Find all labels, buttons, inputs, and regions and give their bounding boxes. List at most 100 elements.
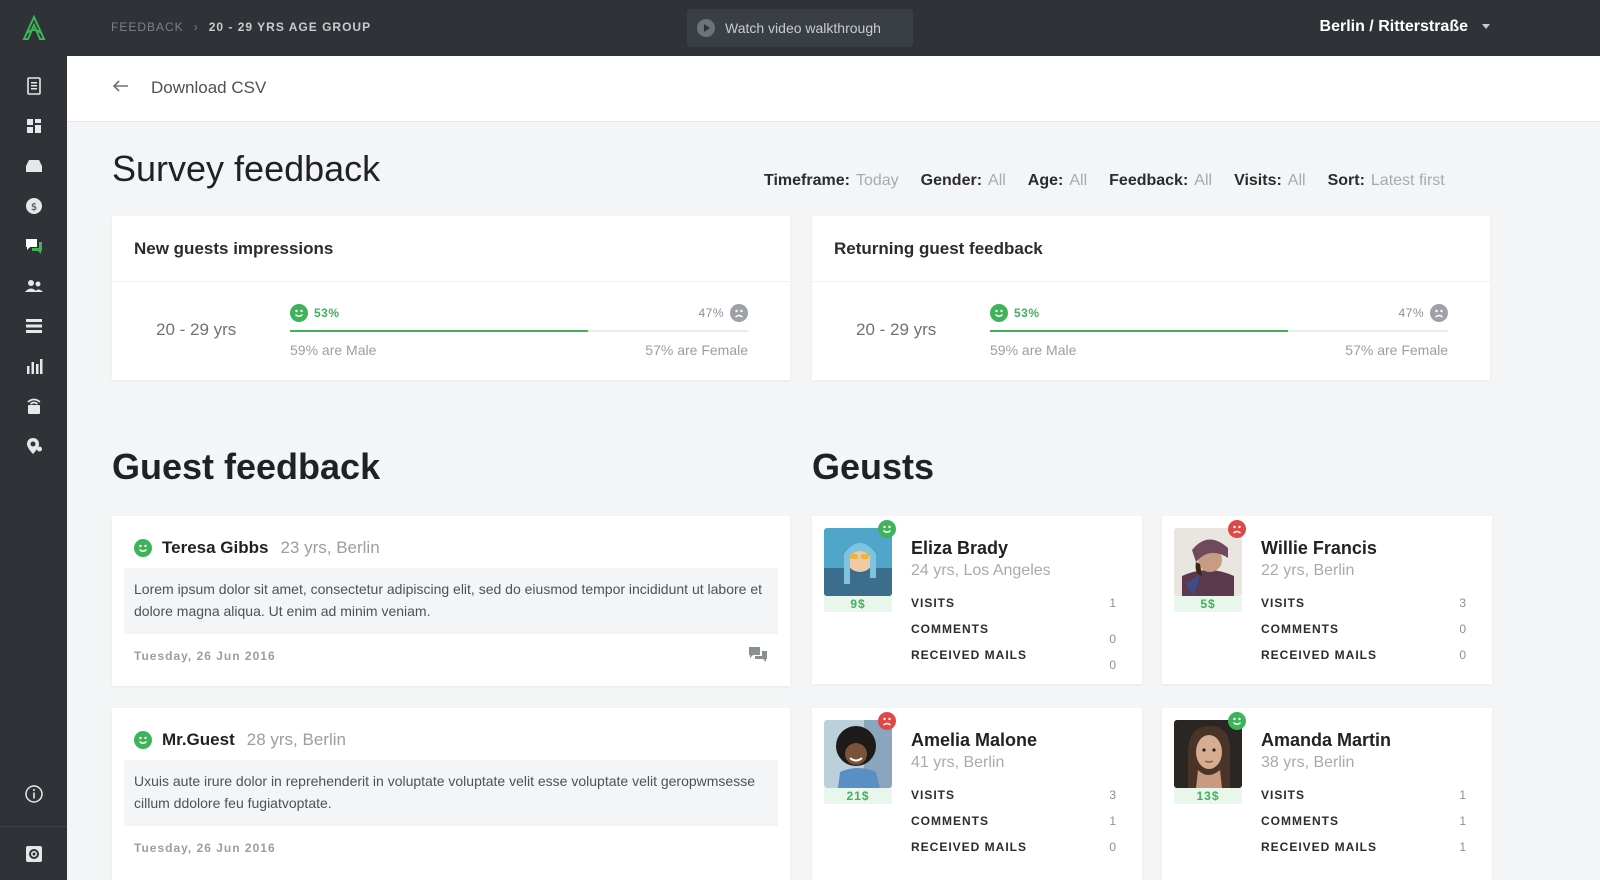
- guests-icon: [24, 280, 43, 292]
- stat-label-mails: RECEIVED MAILS: [1261, 840, 1378, 854]
- filter-visits[interactable]: Visits: All: [1234, 172, 1306, 190]
- sidebar-item-guests[interactable]: [0, 266, 67, 306]
- spend-badge: 9$: [824, 596, 892, 612]
- sidebar-item-inbox[interactable]: [0, 146, 67, 186]
- positive-percentage: 53%: [290, 304, 340, 322]
- guest-meta: 23 yrs, Berlin: [280, 538, 380, 557]
- negative-percentage: 47%: [1398, 304, 1448, 322]
- sidebar-item-wifi[interactable]: [0, 386, 67, 426]
- sidebar-item-location[interactable]: [0, 426, 67, 466]
- guest-meta: 38 yrs, Berlin: [1261, 754, 1355, 771]
- arrow-left-icon: [112, 80, 128, 92]
- breadcrumb: FEEDBACK › 20 - 29 YRS AGE GROUP: [111, 20, 371, 34]
- feedback-card[interactable]: Teresa Gibbs 23 yrs, Berlin Lorem ipsum …: [112, 516, 790, 686]
- spend-badge: 13$: [1174, 788, 1242, 804]
- stat-value-comments: 1: [1459, 814, 1466, 828]
- stat-value-comments: 0: [1109, 632, 1116, 646]
- stat-value-mails: 0: [1109, 840, 1116, 854]
- download-csv-link[interactable]: Download CSV: [151, 78, 266, 98]
- guest-name[interactable]: Teresa Gibbs: [162, 538, 268, 558]
- sidebar-item-dashboard[interactable]: [0, 106, 67, 146]
- smile-icon: [134, 539, 152, 557]
- filter-value: All: [1287, 172, 1306, 189]
- spend-badge: 5$: [1174, 596, 1242, 612]
- guest-card[interactable]: 13$ Amanda Martin 38 yrs, Berlin VISITS …: [1162, 708, 1492, 880]
- guest-name[interactable]: Amanda Martin: [1261, 730, 1391, 751]
- sidebar-item-list[interactable]: [0, 306, 67, 346]
- page-title: Survey feedback: [112, 148, 381, 189]
- gear-icon: [25, 845, 42, 862]
- stat-label-visits: VISITS: [1261, 788, 1306, 802]
- chat-icon: [749, 647, 767, 662]
- sidebar-item-reports[interactable]: [0, 66, 67, 106]
- filter-label: Gender:: [920, 172, 983, 189]
- negative-pct-value: 47%: [1398, 306, 1424, 320]
- guest-meta: 41 yrs, Berlin: [911, 754, 1005, 771]
- sidebar-item-revenue[interactable]: $: [0, 186, 67, 226]
- toolbar: Download CSV: [67, 56, 1600, 122]
- age-range: 20 - 29 yrs: [156, 320, 237, 339]
- progress-track: [990, 330, 1448, 332]
- revenue-icon: $: [25, 198, 42, 214]
- progress-fill: [990, 330, 1288, 332]
- feedback-card[interactable]: Mr.Guest 28 yrs, Berlin Uxuis aute irure…: [112, 708, 790, 880]
- guest-card[interactable]: 9$ Eliza Brady 24 yrs, Los Angeles VISIT…: [812, 516, 1142, 684]
- guest-feedback-title: Guest feedback: [112, 446, 381, 487]
- stats-icon: [26, 359, 42, 374]
- male-percentage: 59% are Male: [290, 342, 377, 358]
- sidebar: $: [0, 0, 67, 880]
- back-button[interactable]: [111, 76, 131, 96]
- stat-value-mails: 0: [1459, 648, 1466, 662]
- negative-pct-value: 47%: [698, 306, 724, 320]
- reply-button[interactable]: [748, 646, 768, 664]
- guest-name[interactable]: Mr.Guest: [162, 730, 235, 750]
- smile-icon: [134, 731, 152, 749]
- filter-feedback[interactable]: Feedback: All: [1109, 172, 1212, 190]
- filter-age[interactable]: Age: All: [1028, 172, 1087, 190]
- location-selector[interactable]: Berlin / Ritterstraße: [1320, 18, 1490, 36]
- stat-label-mails: RECEIVED MAILS: [1261, 648, 1378, 662]
- sidebar-item-feedback[interactable]: [0, 226, 67, 266]
- feedback-text: Lorem ipsum dolor sit amet, consectetur …: [124, 568, 778, 634]
- progress-track: [290, 330, 748, 332]
- stat-value-mails: 0: [1109, 658, 1116, 672]
- filter-value: Latest first: [1370, 172, 1445, 189]
- male-percentage: 59% are Male: [990, 342, 1077, 358]
- smile-icon: [990, 304, 1008, 322]
- info-icon: [24, 785, 43, 803]
- breadcrumb-feedback[interactable]: FEEDBACK: [111, 20, 184, 34]
- card-title: Returning guest feedback: [812, 216, 1490, 282]
- settings-button[interactable]: [0, 826, 67, 880]
- sad-status-icon: [878, 712, 896, 730]
- watch-video-label: Watch video walkthrough: [725, 20, 881, 36]
- watch-video-button[interactable]: Watch video walkthrough: [687, 9, 913, 47]
- feedback-icon: [25, 239, 42, 254]
- sidebar-item-stats[interactable]: [0, 346, 67, 386]
- guests-title: Geusts: [812, 446, 935, 487]
- stat-value-visits: 3: [1459, 596, 1466, 610]
- filter-timeframe[interactable]: Timeframe: Today: [764, 172, 899, 190]
- age-range: 20 - 29 yrs: [856, 320, 937, 339]
- play-icon: [697, 19, 715, 37]
- guest-card[interactable]: 21$ Amelia Malone 41 yrs, Berlin VISITS …: [812, 708, 1142, 880]
- stat-label-mails: RECEIVED MAILS: [911, 648, 1028, 662]
- app-logo[interactable]: [0, 0, 67, 56]
- location-icon: [26, 438, 42, 454]
- guest-meta: 24 yrs, Los Angeles: [911, 562, 1051, 579]
- guest-name[interactable]: Amelia Malone: [911, 730, 1037, 751]
- returning-guest-feedback-card: Returning guest feedback 20 - 29 yrs 53%…: [812, 216, 1490, 380]
- frown-icon: [1430, 304, 1448, 322]
- guest-name[interactable]: Willie Francis: [1261, 538, 1377, 559]
- stat-label-comments: COMMENTS: [1261, 622, 1339, 636]
- guest-card[interactable]: 5$ Willie Francis 22 yrs, Berlin VISITS …: [1162, 516, 1492, 684]
- info-button[interactable]: [0, 774, 67, 814]
- wifi-icon: [26, 398, 41, 414]
- positive-percentage: 53%: [990, 304, 1040, 322]
- guest-name[interactable]: Eliza Brady: [911, 538, 1008, 559]
- chevron-right-icon: ›: [193, 20, 199, 34]
- filter-gender[interactable]: Gender: All: [921, 172, 1006, 190]
- reports-icon: [26, 77, 41, 95]
- positive-pct-value: 53%: [1014, 306, 1040, 320]
- filter-bar: Timeframe: Today Gender: All Age: All Feedb…: [764, 172, 1445, 190]
- filter-sort[interactable]: Sort: Latest first: [1328, 172, 1445, 190]
